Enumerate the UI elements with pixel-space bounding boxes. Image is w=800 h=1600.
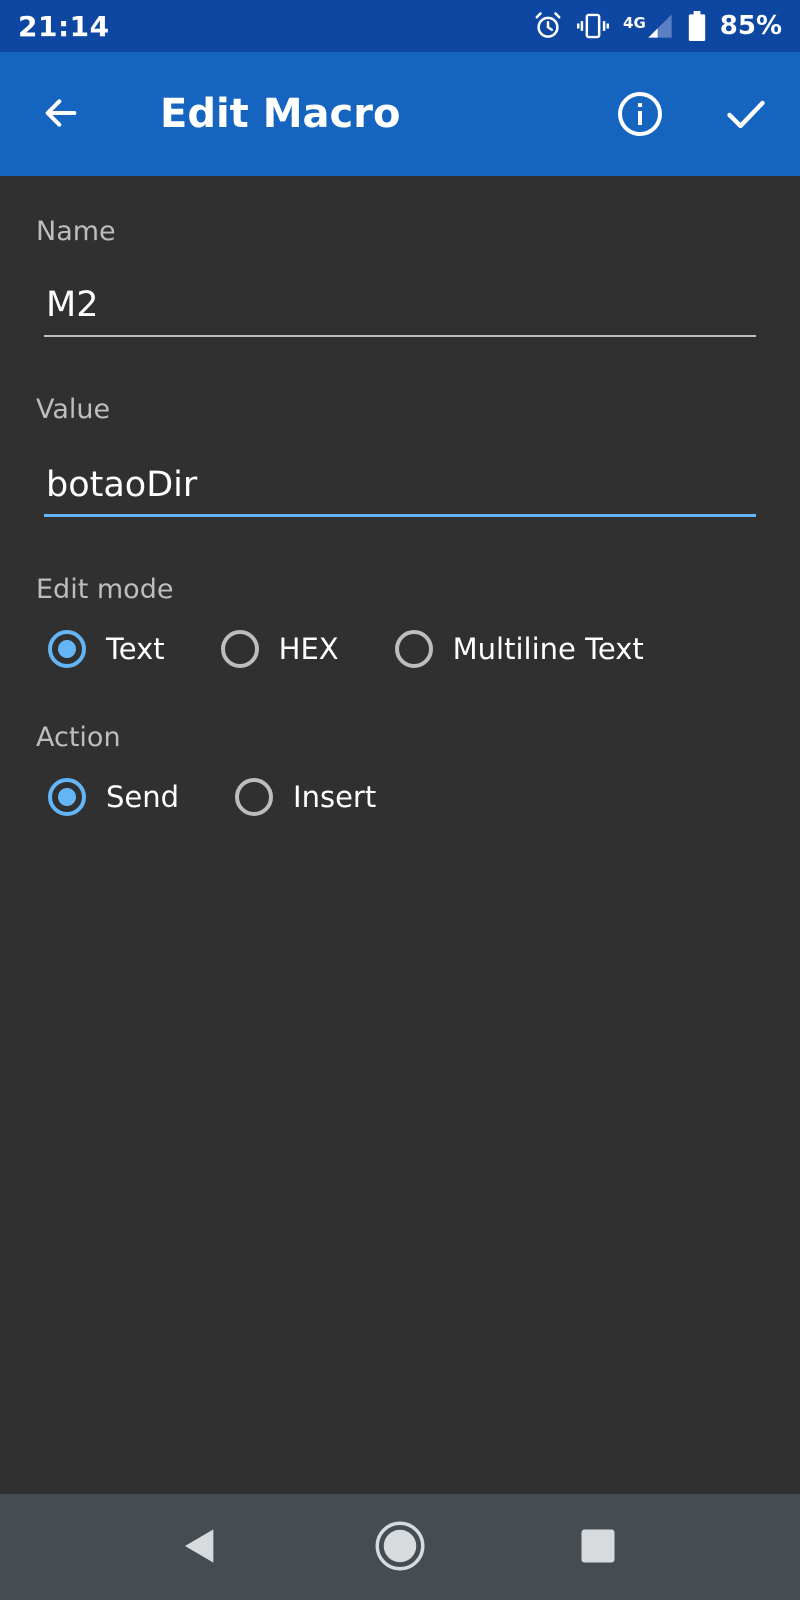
radio-label: Send <box>106 780 180 814</box>
nav-home-icon <box>374 1520 426 1576</box>
edit-mode-label: Edit mode <box>36 574 174 605</box>
action-insert-radio[interactable]: Insert <box>235 778 376 816</box>
radio-unchecked-icon <box>394 630 433 668</box>
save-button[interactable] <box>720 90 772 142</box>
nav-home-button[interactable] <box>372 1520 428 1576</box>
radio-label: Insert <box>293 780 377 814</box>
page-title: Edit Macro <box>160 91 401 137</box>
info-button[interactable] <box>612 88 668 144</box>
value-label: Value <box>36 394 111 425</box>
nav-recents-button[interactable] <box>570 1520 626 1576</box>
back-arrow-icon <box>41 93 81 137</box>
action-group: Send Insert <box>48 778 376 816</box>
signal-icon <box>646 12 674 40</box>
action-send-radio[interactable]: Send <box>48 778 179 816</box>
radio-unchecked-icon <box>235 778 274 816</box>
radio-checked-icon <box>48 630 86 668</box>
radio-checked-icon <box>48 778 86 816</box>
battery-percent: 85% <box>719 11 782 41</box>
status-bar: 21:14 4G 85% <box>0 0 800 52</box>
radio-label: Multiline Text <box>452 632 644 666</box>
checkmark-icon <box>724 92 768 140</box>
edit-mode-text-radio[interactable]: Text <box>48 630 165 668</box>
name-field[interactable] <box>44 275 756 335</box>
edit-mode-multiline-radio[interactable]: Multiline Text <box>394 630 644 668</box>
battery-icon <box>688 11 706 41</box>
radio-label: HEX <box>278 632 339 666</box>
value-field-underline <box>44 514 756 517</box>
edit-mode-hex-radio[interactable]: HEX <box>220 630 339 668</box>
vibrate-icon <box>577 11 610 41</box>
name-label: Name <box>36 216 116 247</box>
value-field[interactable] <box>44 455 756 515</box>
action-label: Action <box>36 722 121 753</box>
back-button[interactable] <box>36 90 86 140</box>
radio-label: Text <box>106 632 165 666</box>
network-type: 4G <box>623 14 646 32</box>
nav-back-icon <box>180 1526 220 1570</box>
info-icon <box>616 90 664 142</box>
navigation-bar <box>0 1494 800 1600</box>
status-time: 21:14 <box>18 9 110 43</box>
nav-back-button[interactable] <box>172 1520 228 1576</box>
app-bar: Edit Macro <box>0 52 800 176</box>
name-field-underline <box>44 335 756 337</box>
status-icons: 4G 85% <box>533 11 782 41</box>
alarm-icon <box>533 11 563 41</box>
edit-mode-group: Text HEX Multiline Text <box>48 630 644 668</box>
radio-unchecked-icon <box>220 630 259 668</box>
nav-recents-icon <box>580 1528 616 1568</box>
